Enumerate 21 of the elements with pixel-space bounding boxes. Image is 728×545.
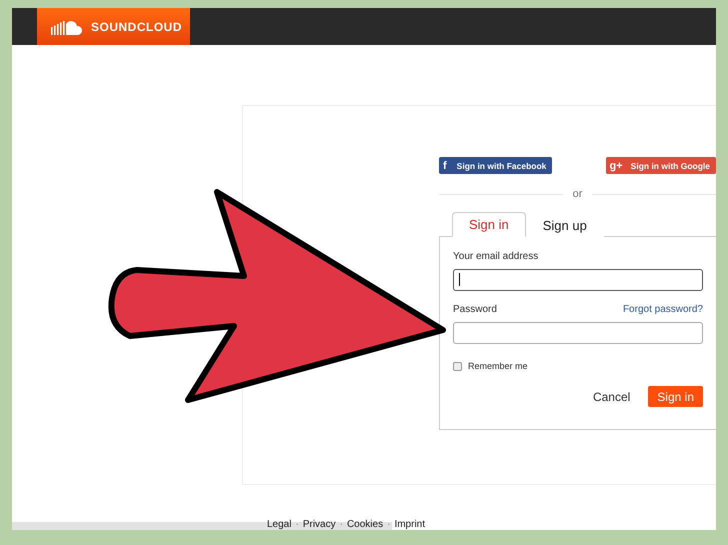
email-field[interactable] [453, 269, 703, 291]
logo-text: SOUNDCLOUD [91, 20, 182, 34]
separator: · [295, 519, 299, 530]
footer-link[interactable]: Legal [267, 519, 292, 530]
footer-link[interactable]: Imprint [394, 519, 425, 530]
separator: · [387, 519, 390, 530]
email-label: Your email address [453, 251, 540, 262]
tab[interactable]: Sign in [452, 212, 526, 237]
forgot-password-link[interactable]: Forgot password? [622, 304, 703, 315]
password-label: Password [453, 304, 497, 315]
cancel-button[interactable]: Cancel [592, 390, 630, 404]
footer-link[interactable]: Privacy [302, 519, 336, 530]
cloud-icon [51, 18, 85, 34]
password-field[interactable] [453, 322, 703, 344]
or-divider-text: or [572, 188, 582, 200]
footer-link[interactable]: Cookies [346, 519, 384, 530]
separator: · [340, 519, 343, 530]
google-sign-in-button[interactable]: g+ Sign in with Google [606, 157, 716, 174]
facebook-sign-in-button[interactable]: f Sign in with Facebook [439, 157, 552, 174]
remember-label: Remember me [468, 361, 528, 371]
remember-checkbox[interactable] [453, 362, 462, 370]
